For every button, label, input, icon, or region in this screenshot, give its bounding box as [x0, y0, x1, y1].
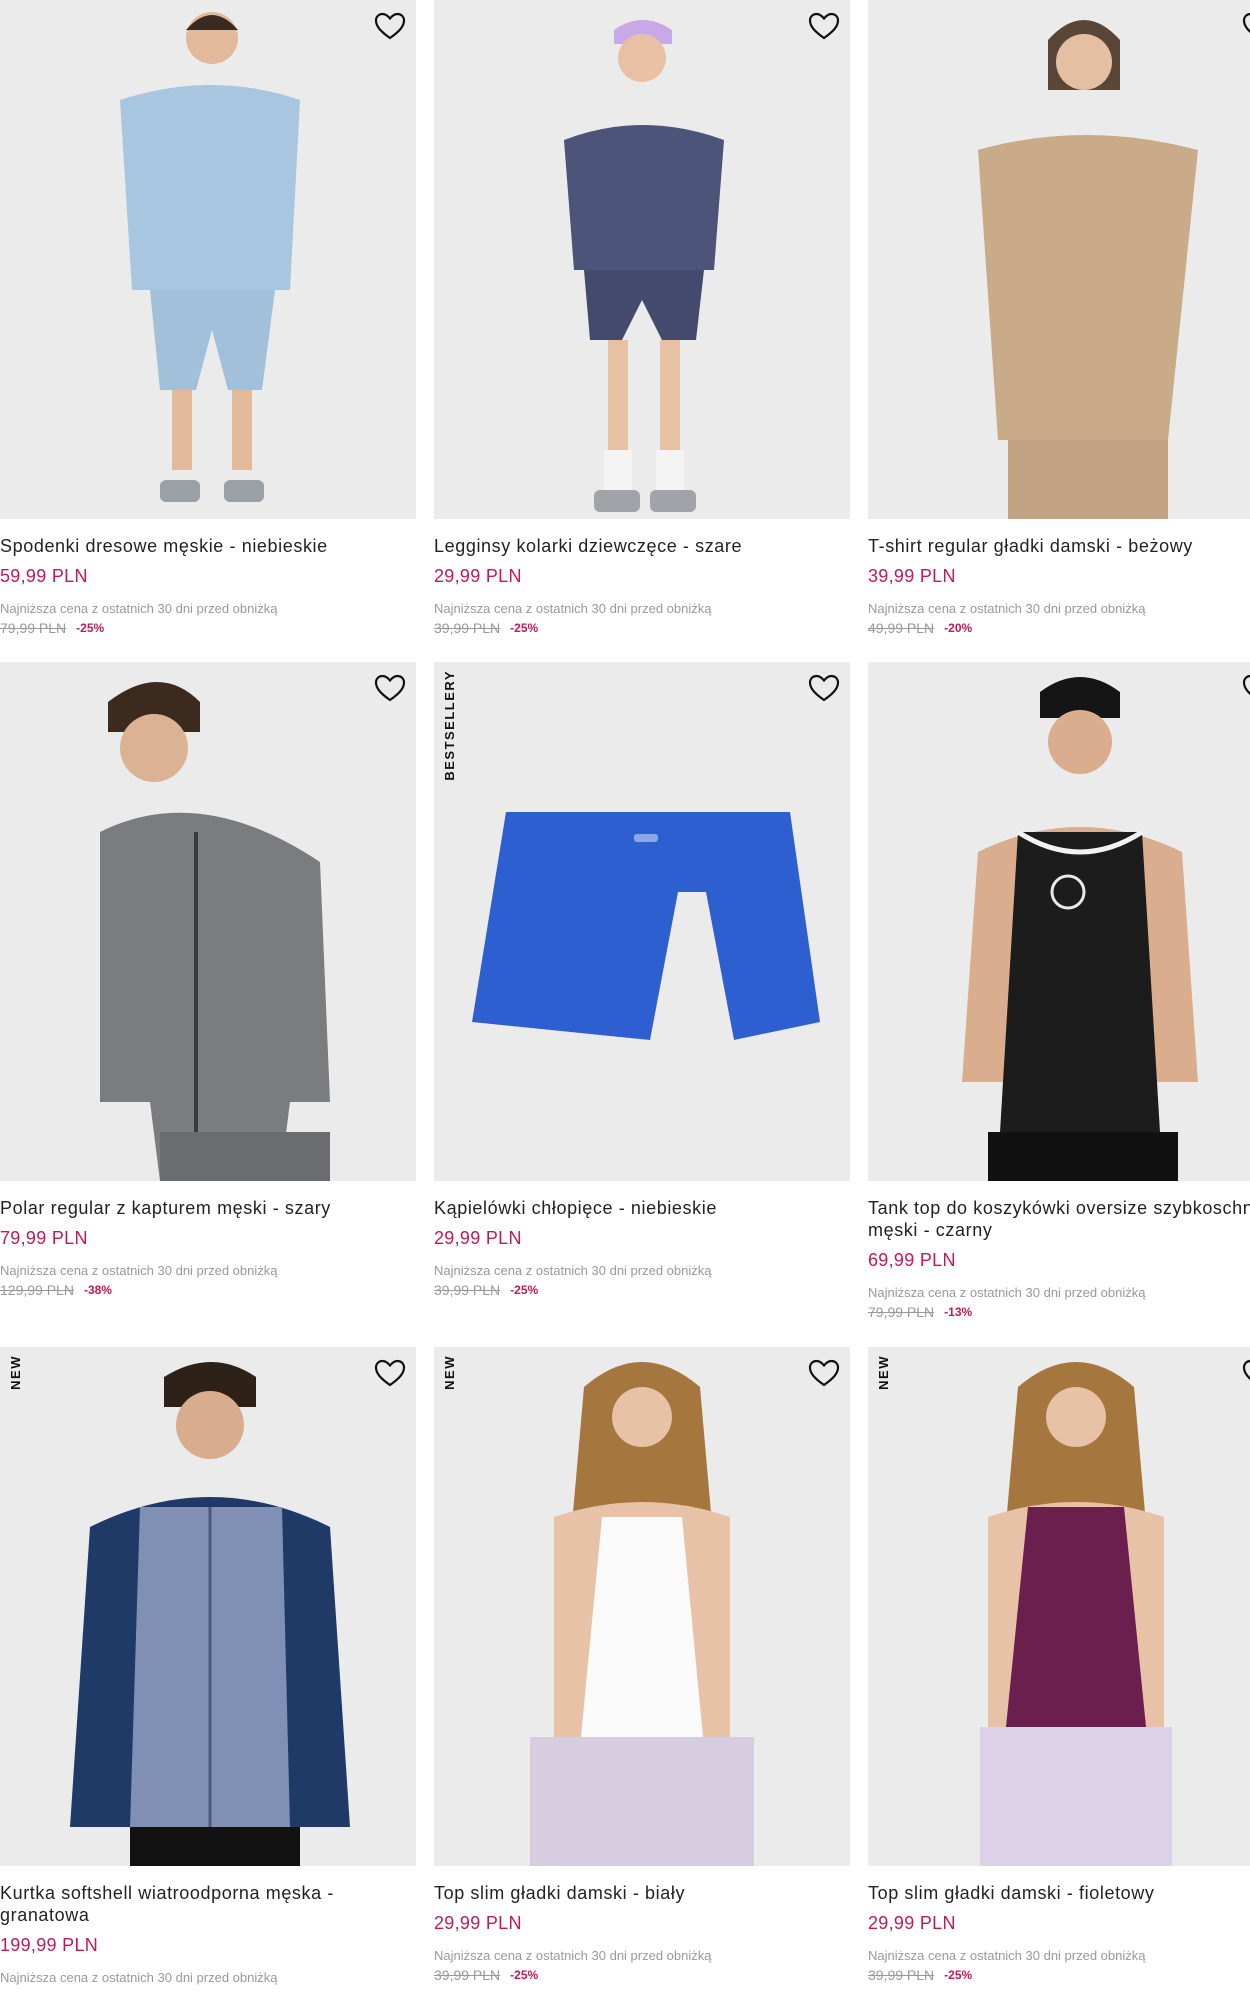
old-price: 39,99 PLN	[868, 1967, 935, 1983]
product-photo-swim-trunks	[472, 812, 820, 1040]
product-photo-woman-white-top	[530, 1362, 754, 1866]
product-price: 29,99 PLN	[434, 1228, 522, 1248]
new-badge: NEW	[876, 1355, 891, 1390]
old-price-row: 39,99 PLN -25%	[868, 1967, 1250, 1983]
discount-badge: -20%	[944, 621, 973, 635]
lowest-price-label: Najniższa cena z ostatnich 30 dni przed …	[0, 1263, 278, 1278]
product-price: 79,99 PLN	[0, 1228, 88, 1248]
product-image[interactable]: BESTSELLERY	[434, 662, 850, 1181]
product-name[interactable]: Spodenki dresowe męskie - niebieskie	[0, 535, 416, 557]
old-price: 129,99 PLN	[0, 1282, 74, 1298]
discount-badge: -25%	[76, 621, 105, 635]
old-price-row: 79,99 PLN -25%	[0, 620, 416, 636]
old-price: 39,99 PLN	[434, 620, 501, 636]
discount-badge: -25%	[510, 1968, 539, 1982]
product-name[interactable]: Legginsy kolarki dziewczęce - szare	[434, 535, 850, 557]
product-price: 39,99 PLN	[868, 566, 956, 586]
product-photo-man-fleece	[100, 682, 330, 1181]
wishlist-heart-icon[interactable]	[806, 1357, 842, 1389]
product-price: 59,99 PLN	[0, 566, 88, 586]
product-name[interactable]: Kąpielówki chłopięce - niebieskie	[434, 1197, 850, 1219]
product-name[interactable]: Top slim gładki damski - fioletowy	[868, 1882, 1250, 1904]
wishlist-heart-icon[interactable]	[372, 1357, 408, 1389]
product-image[interactable]: NEW	[868, 1347, 1250, 1866]
product-image[interactable]	[434, 0, 850, 519]
product-photo-man-tank-top	[962, 677, 1198, 1181]
old-price: 49,99 PLN	[868, 620, 935, 636]
wishlist-heart-icon[interactable]	[806, 10, 842, 42]
product-name[interactable]: Top slim gładki damski - biały	[434, 1882, 850, 1904]
product-photo-girl-leggings	[564, 20, 724, 512]
old-price-row: 129,99 PLN -38%	[0, 1282, 416, 1298]
product-photo-woman-tshirt	[978, 20, 1198, 519]
product-photo-man-hoodie-shorts	[120, 12, 300, 502]
lowest-price-label: Najniższa cena z ostatnich 30 dni przed …	[868, 1285, 1146, 1300]
wishlist-heart-icon[interactable]	[1240, 1357, 1250, 1389]
product-price: 199,99 PLN	[0, 1935, 99, 1955]
discount-badge: -25%	[944, 1968, 973, 1982]
product-name[interactable]: Kurtka softshell wiatroodporna męska - g…	[0, 1882, 416, 1926]
old-price-row: 39,99 PLN -25%	[434, 1282, 850, 1298]
discount-badge: -13%	[944, 1305, 973, 1319]
discount-badge: -25%	[510, 1283, 539, 1297]
product-price: 29,99 PLN	[434, 566, 522, 586]
product-image[interactable]	[0, 0, 416, 519]
lowest-price-label: Najniższa cena z ostatnich 30 dni przed …	[434, 1263, 712, 1278]
product-price: 69,99 PLN	[868, 1250, 956, 1270]
discount-badge: -25%	[510, 621, 539, 635]
bestseller-badge: BESTSELLERY	[442, 670, 457, 781]
lowest-price-label: Najniższa cena z ostatnich 30 dni przed …	[868, 1948, 1146, 1963]
product-image[interactable]	[868, 662, 1250, 1181]
wishlist-heart-icon[interactable]	[1240, 672, 1250, 704]
lowest-price-label: Najniższa cena z ostatnich 30 dni przed …	[0, 601, 278, 616]
wishlist-heart-icon[interactable]	[372, 10, 408, 42]
wishlist-heart-icon[interactable]	[806, 672, 842, 704]
wishlist-heart-icon[interactable]	[372, 672, 408, 704]
product-image[interactable]	[868, 0, 1250, 519]
new-badge: NEW	[8, 1355, 23, 1390]
old-price: 79,99 PLN	[0, 620, 67, 636]
old-price-row: 39,99 PLN -25%	[434, 1967, 850, 1983]
product-image[interactable]: NEW	[434, 1347, 850, 1866]
product-name[interactable]: T-shirt regular gładki damski - beżowy	[868, 535, 1250, 557]
product-price: 29,99 PLN	[434, 1913, 522, 1933]
product-name[interactable]: Tank top do koszykówki oversize szybkosc…	[868, 1197, 1250, 1241]
old-price-row: 79,99 PLN -13%	[868, 1304, 1250, 1320]
product-photo-woman-purple-top	[980, 1362, 1172, 1866]
new-badge: NEW	[442, 1355, 457, 1390]
product-name[interactable]: Polar regular z kapturem męski - szary	[0, 1197, 416, 1219]
product-price: 29,99 PLN	[868, 1913, 956, 1933]
lowest-price-label: Najniższa cena z ostatnich 30 dni przed …	[434, 601, 712, 616]
old-price-row: 49,99 PLN -20%	[868, 620, 1250, 636]
old-price: 39,99 PLN	[434, 1282, 501, 1298]
wishlist-heart-icon[interactable]	[1240, 10, 1250, 42]
lowest-price-label: Najniższa cena z ostatnich 30 dni przed …	[0, 1970, 278, 1985]
lowest-price-label: Najniższa cena z ostatnich 30 dni przed …	[434, 1948, 712, 1963]
product-image[interactable]: NEW	[0, 1347, 416, 1866]
old-price: 39,99 PLN	[434, 1967, 501, 1983]
discount-badge: -38%	[83, 1283, 112, 1297]
old-price-row: 39,99 PLN -25%	[434, 620, 850, 636]
product-image[interactable]	[0, 662, 416, 1181]
product-photo-man-softshell	[70, 1362, 350, 1866]
old-price: 79,99 PLN	[868, 1304, 935, 1320]
lowest-price-label: Najniższa cena z ostatnich 30 dni przed …	[868, 601, 1146, 616]
